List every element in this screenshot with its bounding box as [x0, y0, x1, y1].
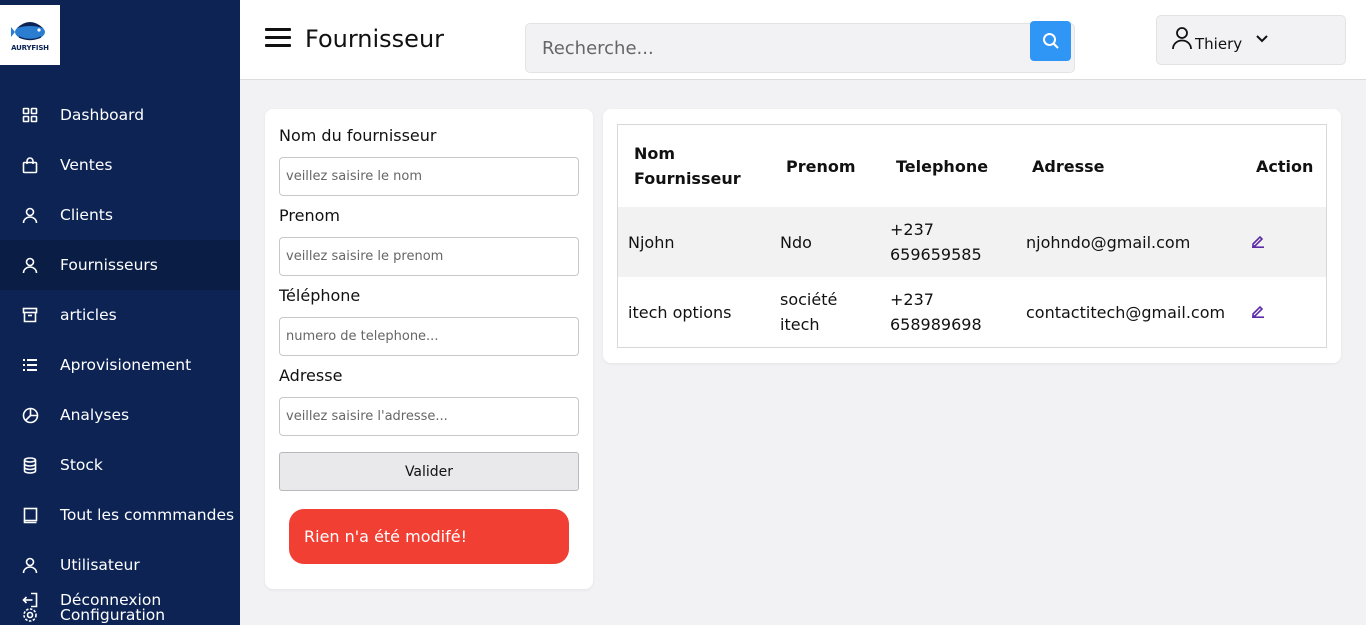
cell-telephone: +237 658989698 [890, 290, 982, 334]
search-box [525, 21, 1075, 73]
sidebar-item-label: Analyses [60, 406, 130, 424]
cell-prenom: société itech [780, 290, 838, 334]
chevron-down-icon [1256, 35, 1268, 43]
search-input[interactable] [526, 24, 1026, 72]
sidebar-item-dashboard[interactable]: Dashboard [0, 90, 240, 140]
sidebar-item-label: Clients [60, 206, 113, 224]
pie-chart-icon [21, 406, 39, 424]
sidebar-item-utilisateur[interactable]: Utilisateur [0, 540, 240, 590]
suppliers-table: Nom Fournisseur Prenom Telephone Adresse… [617, 124, 1327, 348]
user-icon [21, 206, 39, 224]
cell-telephone: +237 659659585 [890, 220, 982, 264]
cell-nom: itech options [628, 303, 732, 322]
address-input[interactable] [279, 397, 579, 436]
sidebar-item-aprovisionement[interactable]: Aprovisionement [0, 340, 240, 390]
user-icon [21, 556, 39, 574]
column-header-action: Action [1256, 157, 1314, 176]
column-header-prenom: Prenom [786, 157, 856, 176]
cell-prenom: Ndo [780, 233, 812, 252]
edit-icon[interactable] [1251, 304, 1265, 318]
grid-icon [21, 106, 39, 124]
top-header: Fournisseur Thiery [240, 0, 1366, 80]
list-icon [21, 356, 39, 374]
sidebar: AURYFISH Dashboard Ventes Clients Fourni… [0, 0, 240, 625]
page-title: Fournisseur [305, 25, 445, 53]
user-menu[interactable]: Thiery [1156, 15, 1346, 65]
sidebar-item-articles[interactable]: articles [0, 290, 240, 340]
fish-logo-icon [11, 22, 45, 41]
search-button[interactable] [1030, 21, 1071, 61]
column-header-telephone: Telephone [896, 157, 989, 176]
menu-toggle-icon[interactable] [265, 28, 291, 50]
address-label: Adresse [279, 366, 343, 385]
edit-icon[interactable] [1251, 234, 1265, 248]
suppliers-table-card: Nom Fournisseur Prenom Telephone Adresse… [603, 109, 1341, 363]
sidebar-item-configuration[interactable]: Configuration [0, 606, 240, 624]
sidebar-item-label: Aprovisionement [60, 356, 192, 374]
table-row: Njohn Ndo +237 659659585 njohndo@gmail.c… [618, 207, 1326, 277]
sidebar-item-clients[interactable]: Clients [0, 190, 240, 240]
cell-adresse: njohndo@gmail.com [1026, 233, 1191, 252]
submit-button[interactable]: Valider [279, 452, 579, 491]
sidebar-item-fournisseurs[interactable]: Fournisseurs [0, 240, 240, 290]
sidebar-item-label: Ventes [60, 156, 113, 174]
prenom-label: Prenom [279, 206, 340, 225]
sidebar-item-ventes[interactable]: Ventes [0, 140, 240, 190]
alert-text: Rien n'a été modifé! [304, 527, 467, 546]
sidebar-item-label: Utilisateur [60, 556, 140, 574]
name-input[interactable] [279, 157, 579, 196]
database-icon [21, 456, 39, 474]
user-name: Thiery [1195, 35, 1243, 53]
name-label: Nom du fournisseur [279, 126, 437, 145]
cell-adresse: contactitech@gmail.com [1026, 303, 1226, 322]
gear-icon [21, 606, 39, 624]
archive-icon [21, 306, 39, 324]
sidebar-item-label: Dashboard [60, 106, 145, 124]
sidebar-item-label: Configuration [60, 606, 166, 624]
prenom-input[interactable] [279, 237, 579, 276]
phone-label: Téléphone [279, 286, 361, 305]
sidebar-item-label: Fournisseurs [60, 256, 158, 274]
error-alert: Rien n'a été modifé! [289, 509, 569, 564]
sidebar-item-analyses[interactable]: Analyses [0, 390, 240, 440]
logo-text: AURYFISH [11, 44, 49, 52]
user-avatar-icon [1172, 27, 1192, 50]
book-icon [21, 506, 39, 524]
shopping-bag-icon [21, 156, 39, 174]
search-icon [1042, 33, 1059, 49]
column-header-adresse: Adresse [1032, 157, 1105, 176]
cell-nom: Njohn [628, 233, 675, 252]
phone-input[interactable] [279, 317, 579, 356]
sidebar-item-label: articles [60, 306, 117, 324]
user-icon [21, 256, 39, 274]
sidebar-item-commandes[interactable]: Tout les commmandes [0, 490, 240, 540]
column-header-nom: Nom Fournisseur [634, 144, 741, 188]
sidebar-item-stock[interactable]: Stock [0, 440, 240, 490]
sidebar-item-label: Stock [60, 456, 103, 474]
sidebar-item-label: Tout les commmandes [60, 506, 235, 524]
logo[interactable]: AURYFISH [0, 5, 60, 65]
supplier-form: Nom du fournisseur Prenom Téléphone Adre… [265, 109, 593, 589]
table-row: itech options société itech +237 6589896… [618, 277, 1326, 347]
